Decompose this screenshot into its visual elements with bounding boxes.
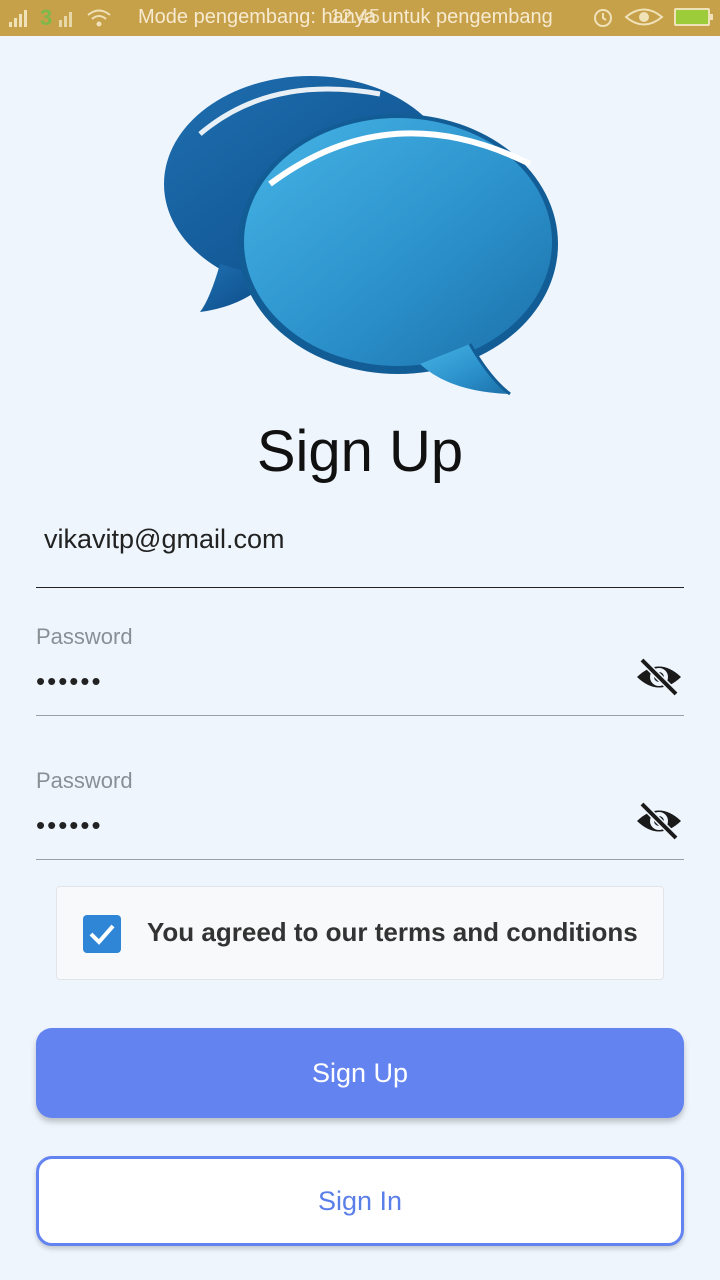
email-value: vikavitp@gmail.com	[44, 524, 285, 554]
email-field[interactable]: vikavitp@gmail.com	[36, 518, 684, 588]
terms-label: You agreed to our terms and conditions	[147, 917, 638, 947]
status-left-icons: 3	[0, 7, 112, 29]
signal-2-icon	[59, 12, 73, 27]
eye-off-icon[interactable]	[634, 800, 684, 842]
sign-up-button-label: Sign Up	[311, 1057, 409, 1088]
sign-in-button-label: Sign In	[317, 1185, 403, 1216]
checkmark-icon	[89, 924, 115, 945]
wifi-icon	[87, 9, 111, 27]
status-time: 12.45	[330, 6, 381, 28]
sign-up-button[interactable]: Sign Up	[36, 1028, 684, 1118]
password-value: ••••••	[36, 666, 103, 696]
confirm-password-label: Password	[36, 768, 133, 793]
battery-icon	[674, 8, 713, 26]
eye-off-icon[interactable]	[634, 656, 684, 698]
status-bar: 3 Mode pengembang: hanya untuk pengemban…	[0, 0, 720, 36]
eye-status-icon	[624, 8, 664, 26]
signal-icon	[9, 10, 27, 27]
terms-checkbox[interactable]	[83, 915, 121, 953]
carrier-label: 3	[40, 5, 53, 30]
password-label: Password	[36, 624, 133, 649]
confirm-password-value: ••••••	[36, 810, 103, 840]
password-field[interactable]: Password ••••••	[36, 616, 684, 716]
confirm-password-field[interactable]: Password ••••••	[36, 760, 684, 860]
terms-box: You agreed to our terms and conditions	[56, 886, 664, 980]
page-title: Sign Up	[256, 419, 464, 484]
status-right-icons	[592, 6, 713, 28]
sign-in-button[interactable]: Sign In	[36, 1156, 684, 1246]
alarm-icon	[594, 9, 612, 27]
chat-bubbles-icon	[164, 76, 558, 396]
